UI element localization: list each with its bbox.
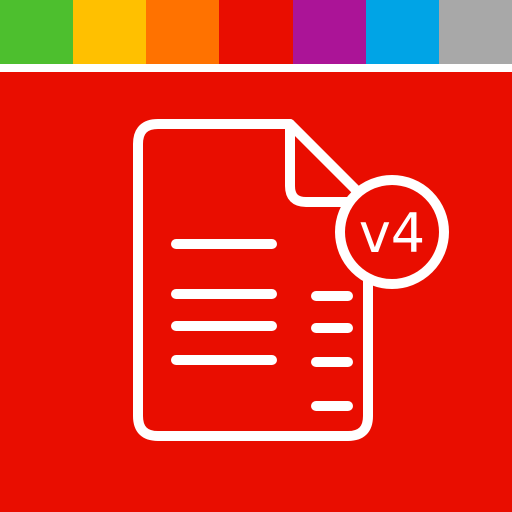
document-icon: v4 [133, 119, 449, 441]
page-outline [133, 119, 373, 441]
badge-label: v4 [359, 202, 425, 265]
app-icon: v4 [0, 0, 512, 512]
version-badge: v4 [335, 175, 449, 289]
